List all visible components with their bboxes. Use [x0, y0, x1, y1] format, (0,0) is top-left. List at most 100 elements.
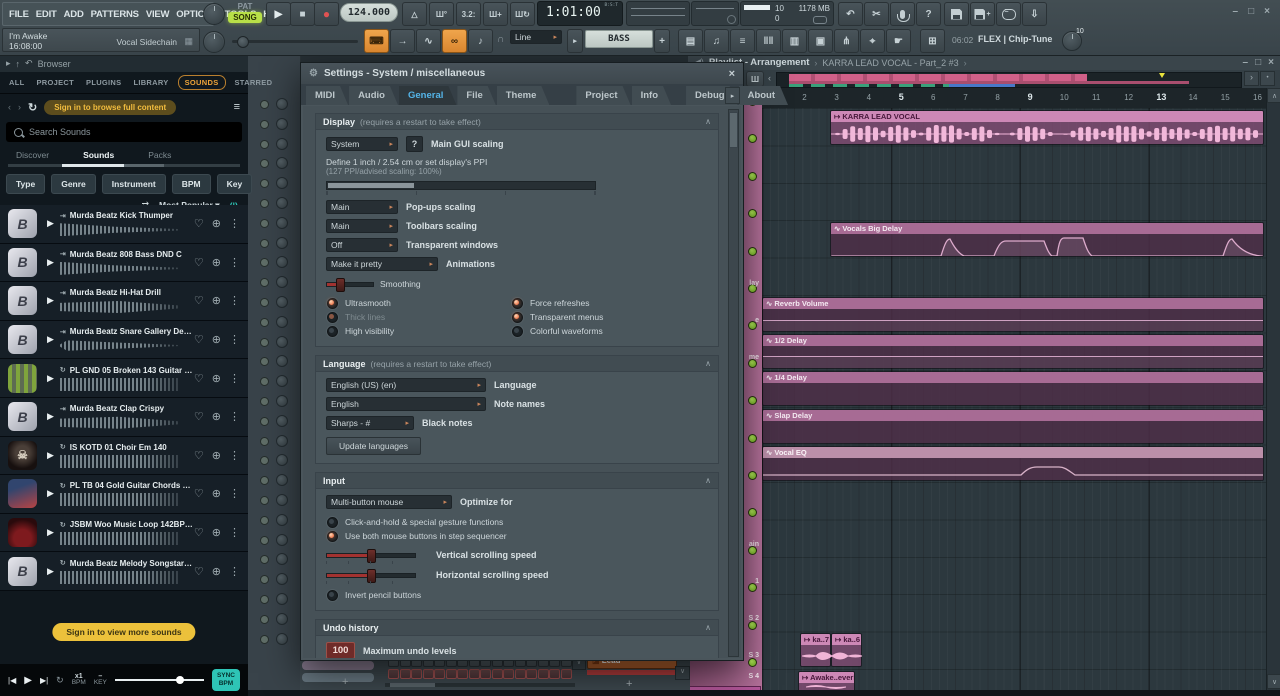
animations-select[interactable]: Make it pretty▸	[326, 257, 438, 271]
filter-type[interactable]: Type	[6, 174, 45, 194]
channel-mute-led[interactable]	[260, 219, 269, 228]
ppi-slider[interactable]	[326, 181, 596, 190]
favorite-icon[interactable]: ♡	[194, 410, 204, 423]
channel-pan-knob[interactable]	[276, 197, 288, 209]
target-channel-display[interactable]: BASS	[585, 30, 653, 48]
step-cell[interactable]	[503, 669, 514, 679]
clip-header[interactable]: ↦ ka..6	[832, 634, 861, 645]
pattern-selector[interactable]: I'm Awake 16:08:00 Vocal Sidechain ▦	[2, 28, 200, 52]
signin-banner[interactable]: Sign in to browse full content	[44, 100, 176, 115]
smoothing-slider[interactable]	[326, 278, 372, 290]
settings-close-icon[interactable]: ×	[729, 68, 735, 80]
channel-pan-knob[interactable]	[276, 375, 288, 387]
gui-scaling-select[interactable]: System▸	[326, 137, 398, 151]
project-picker-button[interactable]: ▣	[808, 29, 833, 53]
typing-keyboard-button[interactable]: ⌨	[364, 29, 389, 53]
cpu-panel[interactable]: 10 1178 MB 0	[740, 1, 834, 26]
clip-slap-delay[interactable]: ∿ Slap Delay	[762, 409, 1264, 444]
sound-list-item[interactable]: ☠▶↻IS KOTD 01 Choir Em 140♡⊕⋮	[0, 437, 248, 476]
checkbox-led[interactable]	[511, 297, 524, 310]
stop-button[interactable]: ■	[290, 2, 315, 26]
speed-control[interactable]: x1BPM	[72, 673, 86, 687]
step-cell[interactable]	[480, 669, 491, 679]
favorite-icon[interactable]: ♡	[194, 526, 204, 539]
language-section-header[interactable]: Language (requires a restart to take eff…	[316, 356, 718, 372]
signin-more-button[interactable]: Sign in to view more sounds	[52, 623, 195, 641]
typewriter-button[interactable]: ♪	[468, 29, 493, 53]
playlist-scroll-up[interactable]: ∧	[1267, 88, 1280, 103]
subtab-sounds[interactable]: Sounds	[83, 150, 114, 160]
sound-list-item[interactable]: ▶↻JSBM Woo Music Loop 142BP…♡⊕⋮	[0, 514, 248, 553]
toolbars-scaling-select[interactable]: Main▸	[326, 219, 398, 233]
channel-mute-led[interactable]	[260, 239, 269, 248]
clip-body[interactable]	[763, 309, 1263, 331]
collapse-icon[interactable]: ∧	[705, 476, 711, 485]
clip-body[interactable]	[763, 383, 1263, 405]
note-names-select[interactable]: English▸	[326, 397, 486, 411]
track-led[interactable]	[748, 508, 757, 517]
pat-label[interactable]: PAT	[228, 2, 262, 11]
settings-tab-info[interactable]: Info	[632, 86, 671, 105]
scroll-left-icon[interactable]: ‹	[768, 73, 771, 83]
channel-pan-knob[interactable]	[276, 454, 288, 466]
piano-roll-button[interactable]: ♫	[704, 29, 729, 53]
channel-mute-led[interactable]	[260, 100, 269, 109]
playlist-vscrollbar[interactable]	[1266, 88, 1280, 690]
sound-play-button[interactable]: ▶	[47, 373, 54, 384]
rack-collapse-button2[interactable]: ∨	[675, 666, 690, 680]
step-cell[interactable]	[561, 669, 572, 679]
settings-tab-general[interactable]: General	[399, 86, 456, 105]
favorite-icon[interactable]: ♡	[194, 449, 204, 462]
master-volume-slider[interactable]	[232, 40, 358, 43]
countdown-icon[interactable]: 3.2:	[456, 2, 481, 26]
filter-bpm[interactable]: BPM	[172, 174, 211, 194]
channel-pan-knob[interactable]	[276, 494, 288, 506]
close-button[interactable]: ×	[1264, 6, 1270, 17]
channel-pan-knob[interactable]	[276, 296, 288, 308]
sound-play-button[interactable]: ▶	[47, 411, 54, 422]
undo-button[interactable]: ↶	[838, 2, 863, 26]
channel-pan-knob[interactable]	[276, 534, 288, 546]
step-cell[interactable]	[446, 669, 457, 679]
clip-header[interactable]: ∿ 1/4 Delay	[763, 372, 1263, 383]
playlist-minimap[interactable]	[776, 72, 1242, 88]
step-cell[interactable]	[538, 669, 549, 679]
preview-volume-slider[interactable]	[115, 679, 204, 681]
master-pitch-knob[interactable]	[203, 31, 225, 53]
channel-pan-knob[interactable]	[276, 613, 288, 625]
clip-1-2-delay[interactable]: ∿ 1/2 Delay	[762, 334, 1264, 369]
channel-mute-led[interactable]	[260, 476, 269, 485]
gui-scaling-help-button[interactable]: ?	[406, 136, 423, 152]
clip-header[interactable]: ∿ Slap Delay	[763, 410, 1263, 421]
minimize-button[interactable]: –	[1233, 6, 1239, 17]
tempo-display[interactable]: 124.000	[340, 3, 398, 22]
channel-pan-knob[interactable]	[276, 633, 288, 645]
step-cell[interactable]	[515, 669, 526, 679]
more-options-icon[interactable]: ⋮	[229, 217, 240, 230]
pop-ups-scaling-select[interactable]: Main▸	[326, 200, 398, 214]
channel-mute-led[interactable]	[260, 179, 269, 188]
favorite-icon[interactable]: ♡	[194, 333, 204, 346]
channel-pan-knob[interactable]	[276, 316, 288, 328]
channel-pan-knob[interactable]	[276, 157, 288, 169]
collapse-icon[interactable]: ∧	[705, 117, 711, 126]
sound-list-item[interactable]: B▶↻Murda Beatz Melody Songstar…♡⊕⋮	[0, 552, 248, 591]
filter-instrument[interactable]: Instrument	[102, 174, 166, 194]
more-options-icon[interactable]: ⋮	[229, 526, 240, 539]
settings-tab-audio[interactable]: Audio	[349, 86, 398, 105]
step-cell[interactable]	[457, 669, 468, 679]
rack-hscroll-thumb[interactable]	[390, 683, 435, 687]
clip-vocal-eq[interactable]: ∿ Vocal EQ	[762, 446, 1264, 481]
channel-mute-led[interactable]	[260, 456, 269, 465]
collapse-icon[interactable]: ∧	[705, 623, 711, 632]
wait-for-input-icon[interactable]: Ш°	[429, 2, 454, 26]
checkbox-led[interactable]	[326, 325, 339, 338]
clip-header[interactable]: ∿ 1/2 Delay	[763, 335, 1263, 346]
playlist-titlebar[interactable]: ◀) Playlist - Arrangement › KARRA LEAD V…	[688, 55, 1280, 70]
update-languages-button[interactable]: Update languages	[326, 437, 421, 455]
more-options-icon[interactable]: ⋮	[229, 333, 240, 346]
pat-song-toggle[interactable]: PAT SONG	[228, 2, 262, 24]
step-cell[interactable]	[411, 669, 422, 679]
black-notes-select[interactable]: Sharps - #▸	[326, 416, 414, 430]
horizontal-scroll-speed-slider[interactable]	[326, 569, 414, 581]
